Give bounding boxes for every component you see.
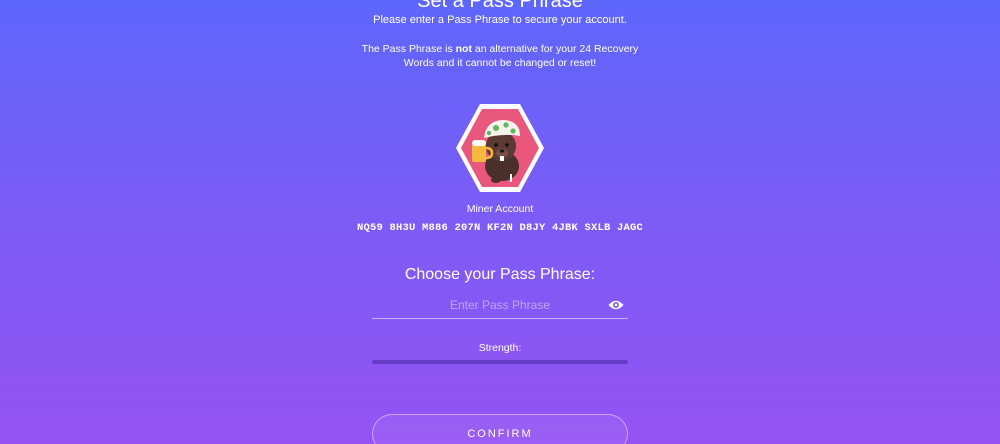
beaver-miner-avatar-icon: [452, 100, 548, 196]
eye-icon[interactable]: [608, 298, 624, 312]
strength-meter: [372, 360, 628, 364]
warning-text: The Pass Phrase is not an alternative fo…: [350, 42, 650, 70]
pass-phrase-field: [372, 294, 628, 319]
account-address: NQ59 8H3U M886 207N KF2N D8JY 4JBK SXLB …: [356, 222, 644, 234]
pass-phrase-input[interactable]: [372, 294, 602, 316]
page-title: Set a Pass Phrase: [417, 0, 583, 12]
warning-prefix: The Pass Phrase is: [361, 43, 456, 55]
pass-phrase-heading: Choose your Pass Phrase:: [404, 266, 596, 283]
warning-bold: not: [455, 43, 472, 55]
confirm-button[interactable]: CONFIRM: [372, 414, 628, 444]
account-label: Miner Account: [466, 203, 534, 215]
page-subtitle: Please enter a Pass Phrase to secure you…: [373, 14, 627, 26]
strength-label: Strength:: [478, 342, 522, 354]
